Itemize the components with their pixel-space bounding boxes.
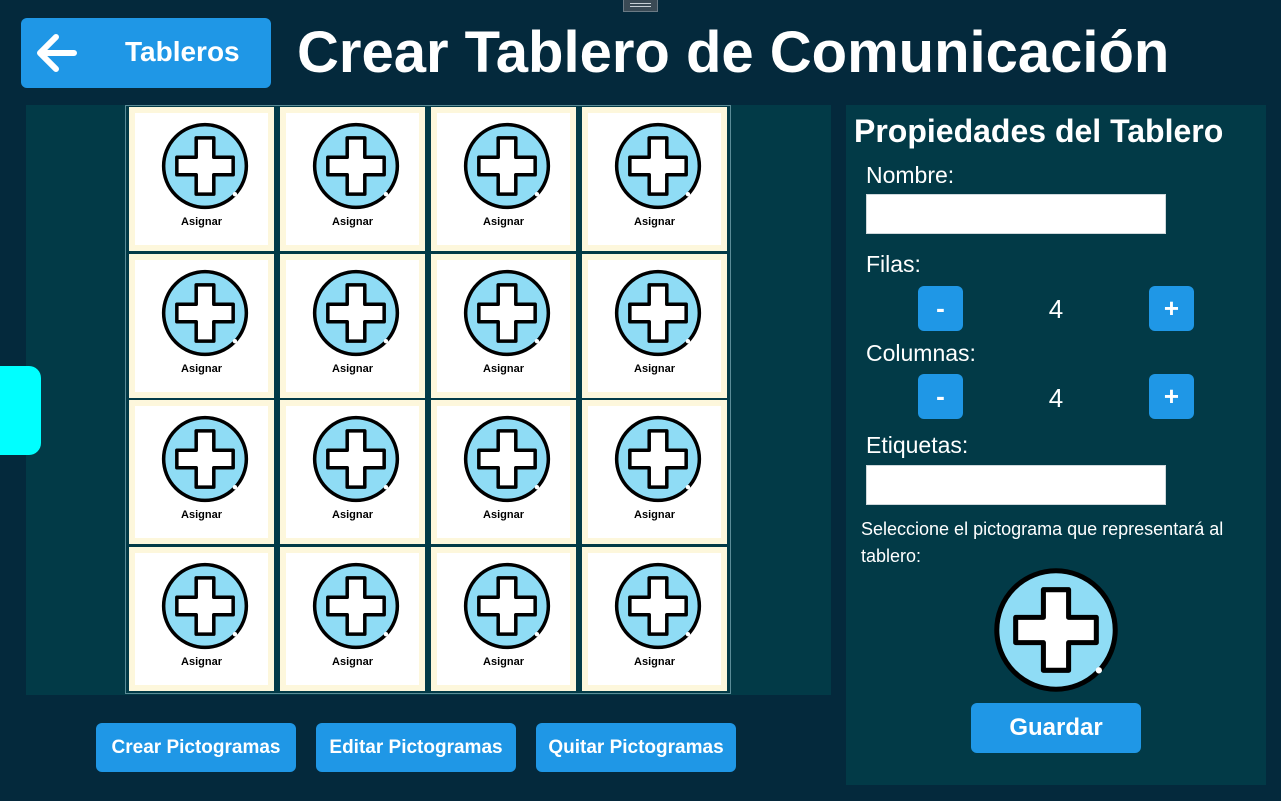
pictogram-cell-label: Asignar <box>181 362 222 375</box>
add-pictogram-icon <box>312 562 400 649</box>
add-pictogram-icon <box>614 415 702 503</box>
side-panel-toggle[interactable] <box>0 366 41 455</box>
columns-decrement-button[interactable]: - <box>918 374 963 419</box>
pictogram-card: Asignar <box>135 113 268 245</box>
add-pictogram-icon <box>161 562 249 649</box>
board-pictogram-selector-icon[interactable] <box>993 567 1119 693</box>
add-pictogram-icon <box>614 269 702 356</box>
add-pictogram-icon <box>312 269 400 356</box>
pictogram-cell-label: Asignar <box>483 216 524 228</box>
pictogram-cell-label: Asignar <box>332 509 373 521</box>
pictogram-cell[interactable]: Asignar <box>582 400 727 544</box>
add-pictogram-icon <box>161 415 249 503</box>
pictogram-card: Asignar <box>135 259 268 392</box>
rows-label: Filas: <box>866 251 921 277</box>
add-pictogram-icon <box>463 415 551 503</box>
pictogram-cell[interactable]: Asignar <box>280 253 425 398</box>
add-pictogram-icon <box>161 269 249 356</box>
pictogram-cell[interactable]: Asignar <box>431 400 576 544</box>
pictogram-cell-label: Asignar <box>634 216 675 228</box>
pictogram-card: Asignar <box>588 552 721 685</box>
create-pictograms-button[interactable]: Crear Pictogramas <box>96 723 296 772</box>
pictogram-cell[interactable]: Asignar <box>129 107 274 251</box>
pictogram-card: Asignar <box>588 259 721 392</box>
pictogram-cell[interactable]: Asignar <box>280 400 425 544</box>
pictogram-cell-label: Asignar <box>483 509 524 521</box>
rows-increment-button[interactable]: + <box>1149 286 1194 331</box>
pictogram-cell[interactable]: Asignar <box>431 546 576 691</box>
pictogram-cell-label: Asignar <box>634 362 675 375</box>
pictogram-card: Asignar <box>437 552 570 685</box>
pictogram-cell-label: Asignar <box>634 509 675 521</box>
remove-pictograms-button[interactable]: Quitar Pictogramas <box>536 723 736 772</box>
add-pictogram-icon <box>312 122 400 210</box>
pictogram-cell[interactable]: Asignar <box>582 107 727 251</box>
back-to-boards-button[interactable]: Tableros <box>21 18 271 88</box>
add-pictogram-icon <box>312 415 400 503</box>
name-input[interactable] <box>866 194 1166 234</box>
board-grid: Asignar Asignar Asignar Asignar Asignar Asign… <box>125 105 731 694</box>
pictogram-cell-label: Asignar <box>181 655 222 668</box>
add-pictogram-icon <box>463 562 551 649</box>
pictogram-card: Asignar <box>437 406 570 538</box>
name-label: Nombre: <box>866 162 955 188</box>
pictogram-card: Asignar <box>286 113 419 245</box>
pictogram-card: Asignar <box>286 552 419 685</box>
tags-input[interactable] <box>866 465 1166 505</box>
edit-pictograms-button[interactable]: Editar Pictogramas <box>316 723 516 772</box>
columns-value: 4 <box>1048 383 1064 413</box>
pictogram-card: Asignar <box>135 406 268 538</box>
window-drag-handle[interactable] <box>623 0 658 12</box>
pictogram-cell[interactable]: Asignar <box>431 107 576 251</box>
pictogram-hint: Seleccione el pictograma que representar… <box>861 519 1224 566</box>
board-properties-panel: Propiedades del Tablero Nombre: Filas: -… <box>846 105 1266 785</box>
pictogram-cell-label: Asignar <box>181 509 222 521</box>
tags-label: Etiquetas: <box>866 432 969 458</box>
properties-title: Propiedades del Tablero <box>854 113 1224 149</box>
pictogram-cell[interactable]: Asignar <box>280 107 425 251</box>
pictogram-card: Asignar <box>286 259 419 392</box>
pictogram-cell-label: Asignar <box>332 216 373 228</box>
pictogram-cell-label: Asignar <box>483 362 524 375</box>
pictogram-cell-label: Asignar <box>181 216 222 228</box>
page-title: Crear Tablero de Comunicación <box>297 20 1170 85</box>
add-pictogram-icon <box>463 122 551 210</box>
pictogram-cell[interactable]: Asignar <box>129 253 274 398</box>
pictogram-cell-label: Asignar <box>634 655 675 668</box>
columns-label: Columnas: <box>866 340 976 366</box>
rows-value: 4 <box>1048 294 1064 324</box>
pictogram-card: Asignar <box>437 259 570 392</box>
pictogram-cell[interactable]: Asignar <box>582 546 727 691</box>
pictogram-cell[interactable]: Asignar <box>582 253 727 398</box>
pictogram-card: Asignar <box>135 552 268 685</box>
add-pictogram-icon <box>463 269 551 356</box>
pictogram-card: Asignar <box>286 406 419 538</box>
columns-increment-button[interactable]: + <box>1149 374 1194 419</box>
rows-decrement-button[interactable]: - <box>918 286 963 331</box>
pictogram-cell[interactable]: Asignar <box>129 400 274 544</box>
pictogram-cell-label: Asignar <box>483 655 524 668</box>
add-pictogram-icon <box>614 122 702 210</box>
pictogram-cell[interactable]: Asignar <box>129 546 274 691</box>
pictogram-cell-label: Asignar <box>332 655 373 668</box>
pictogram-card: Asignar <box>588 113 721 245</box>
save-button[interactable]: Guardar <box>971 703 1141 753</box>
arrow-left-icon <box>37 34 77 72</box>
pictogram-card: Asignar <box>588 406 721 538</box>
add-pictogram-icon <box>614 562 702 649</box>
back-button-label: Tableros <box>125 36 240 67</box>
pictogram-cell[interactable]: Asignar <box>431 253 576 398</box>
pictogram-cell[interactable]: Asignar <box>280 546 425 691</box>
pictogram-card: Asignar <box>437 113 570 245</box>
pictogram-cell-label: Asignar <box>332 362 373 375</box>
add-pictogram-icon <box>161 122 249 210</box>
